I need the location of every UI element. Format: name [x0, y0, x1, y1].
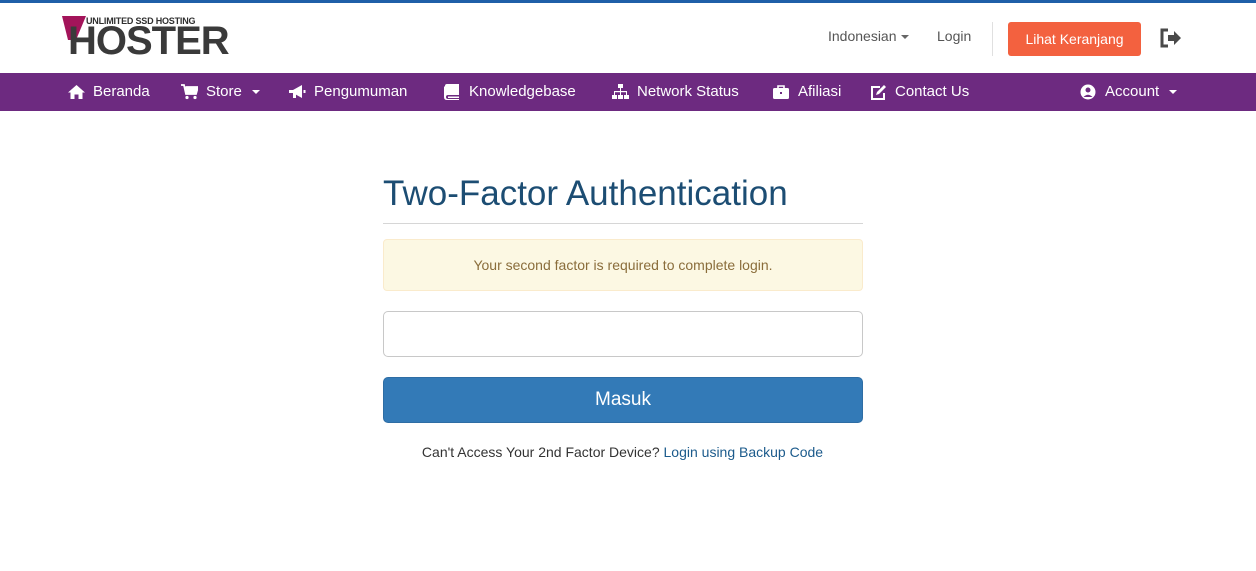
- nav-item-store[interactable]: Store: [181, 73, 266, 111]
- nav-label: Pengumuman: [314, 83, 408, 100]
- login-submit-button[interactable]: Masuk: [383, 377, 863, 423]
- two-factor-code-input[interactable]: [383, 311, 863, 357]
- bullhorn-icon: [289, 85, 306, 98]
- page-title: Two-Factor Authentication: [383, 174, 788, 213]
- nav-label: Knowledgebase: [469, 83, 576, 100]
- nav-label: Beranda: [93, 83, 150, 100]
- nav-label: Contact Us: [895, 83, 970, 100]
- view-cart-button[interactable]: Lihat Keranjang: [1008, 22, 1141, 56]
- backup-code-prompt: Can't Access Your 2nd Factor Device? Log…: [0, 444, 1245, 460]
- user-circle-icon: [1080, 84, 1096, 100]
- nav-label: Afiliasi: [798, 83, 842, 100]
- briefcase-icon: [773, 85, 789, 99]
- header-divider: [992, 22, 993, 56]
- backup-prompt-text: Can't Access Your 2nd Factor Device?: [421, 444, 660, 460]
- backup-code-login-link[interactable]: Login using Backup Code: [664, 444, 824, 460]
- nav-item-account[interactable]: Account: [1080, 73, 1190, 111]
- nav-label: Store: [206, 83, 242, 100]
- nav-label: Account: [1105, 83, 1160, 100]
- chevron-down-icon: [900, 35, 909, 40]
- language-label: Indonesian: [828, 28, 897, 44]
- site-logo[interactable]: UNLIMITED SSD HOSTING HOSTER: [62, 15, 242, 63]
- title-divider: [383, 223, 863, 224]
- language-dropdown[interactable]: Indonesian: [828, 28, 909, 44]
- two-factor-alert: Your second factor is required to comple…: [383, 239, 863, 291]
- edit-icon: [871, 85, 886, 100]
- main-navigation: Beranda Store Pengumuman Knowledgebase N…: [0, 73, 1256, 111]
- chevron-down-icon: [251, 90, 260, 95]
- chevron-down-icon: [1169, 90, 1178, 95]
- sign-out-icon[interactable]: [1160, 28, 1182, 48]
- cart-icon: [181, 84, 198, 100]
- header: UNLIMITED SSD HOSTING HOSTER Indonesian …: [0, 3, 1256, 73]
- login-link[interactable]: Login: [937, 28, 971, 44]
- nav-label: Network Status: [637, 83, 739, 100]
- book-icon: [444, 84, 459, 100]
- home-icon: [68, 85, 85, 99]
- logo-name: HOSTER: [68, 19, 230, 63]
- network-icon: [612, 84, 629, 99]
